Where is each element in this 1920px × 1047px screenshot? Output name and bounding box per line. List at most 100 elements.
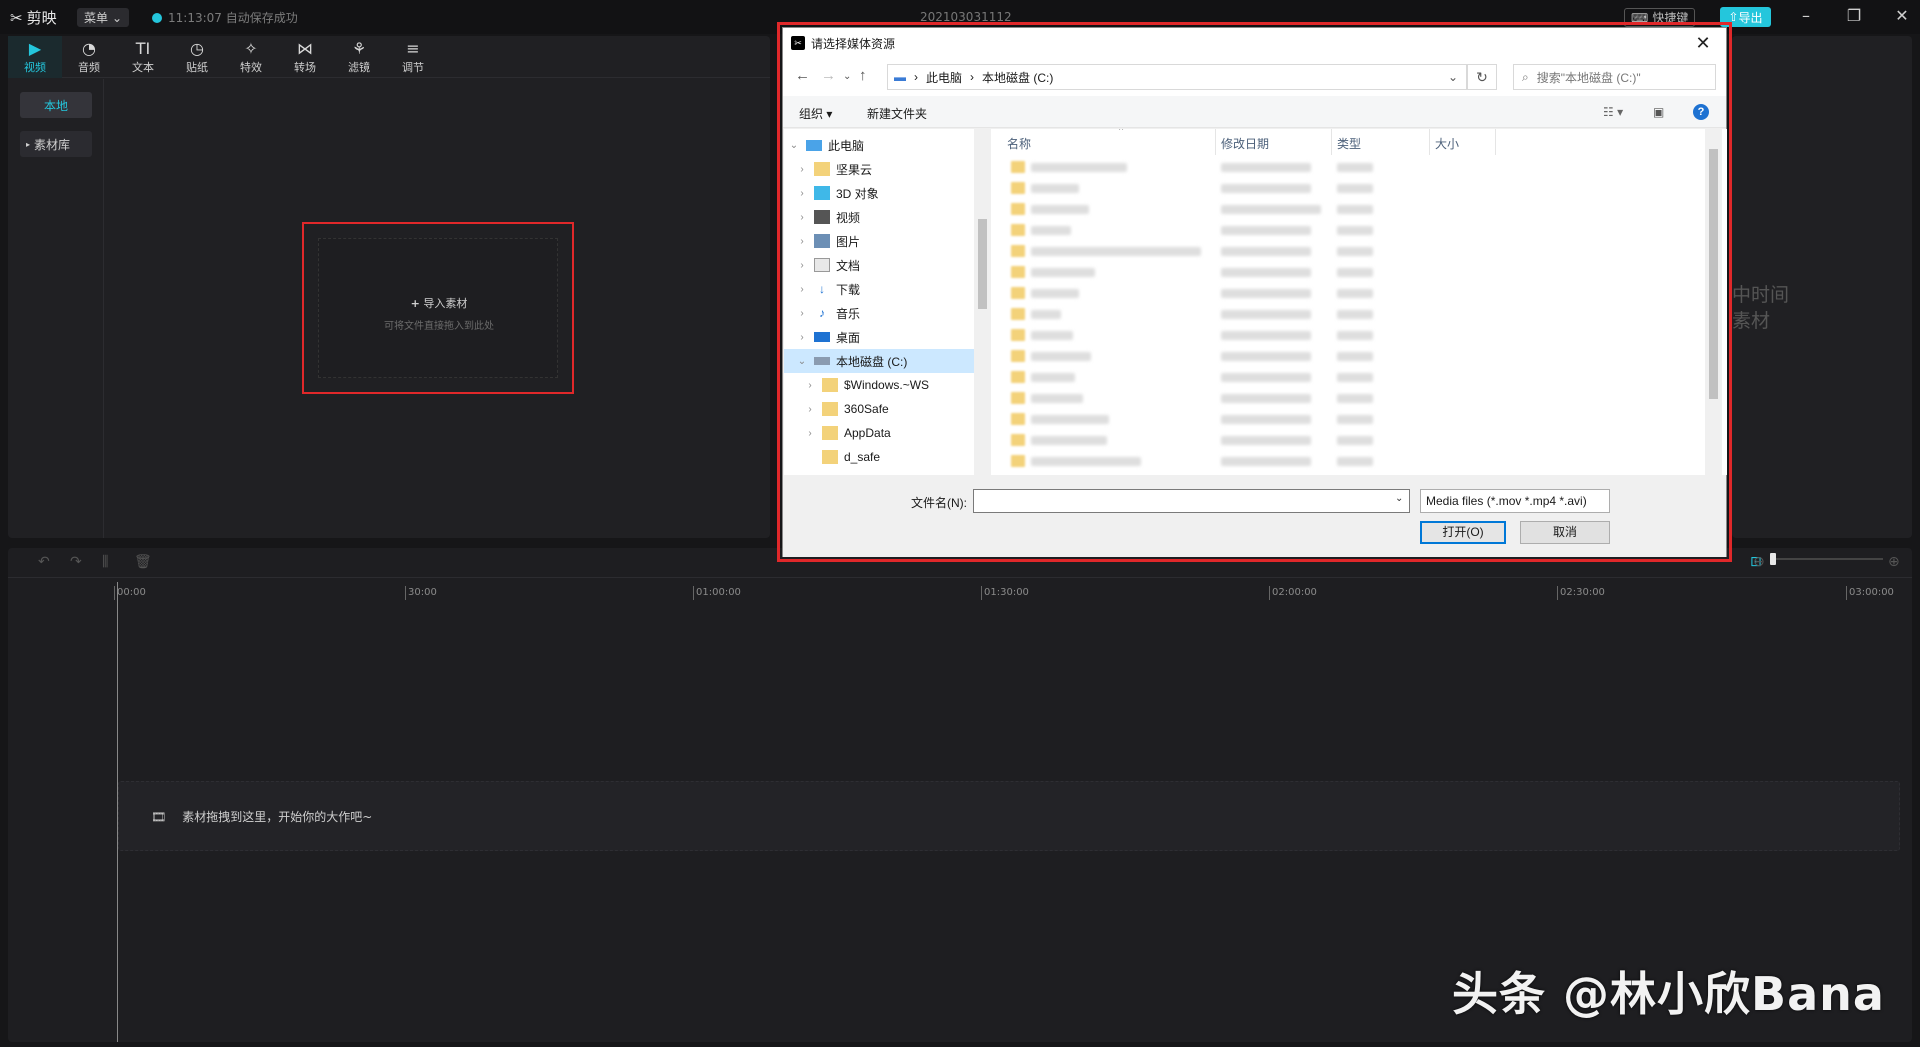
open-button[interactable]: 打开(O) bbox=[1420, 521, 1506, 544]
tree-item-this-pc[interactable]: ⌄ 此电脑 bbox=[784, 133, 974, 157]
tree-item-3d-objects[interactable]: › 3D 对象 bbox=[784, 181, 974, 205]
chevron-right-icon[interactable]: › bbox=[804, 380, 816, 391]
file-row[interactable] bbox=[991, 346, 1711, 367]
main-track-dropzone[interactable]: 🎞 素材拖拽到这里，开始你的大作吧~ bbox=[118, 781, 1900, 851]
minimize-icon[interactable]: – bbox=[1794, 6, 1818, 25]
cancel-button[interactable]: 取消 bbox=[1520, 521, 1610, 544]
column-divider[interactable] bbox=[1429, 129, 1430, 155]
zoom-slider-knob[interactable] bbox=[1770, 553, 1776, 565]
breadcrumb-item[interactable]: 本地磁盘 (C:) bbox=[982, 69, 1053, 86]
tree-scrollbar[interactable] bbox=[974, 129, 991, 475]
restore-icon[interactable]: ❐ bbox=[1842, 6, 1866, 25]
tree-item-d-safe[interactable]: d_safe bbox=[784, 445, 974, 469]
chevron-down-icon[interactable]: ⌄ bbox=[1448, 70, 1458, 84]
file-name-input[interactable] bbox=[973, 489, 1410, 513]
tree-item-jianguoyun[interactable]: › 坚果云 bbox=[784, 157, 974, 181]
forward-icon[interactable]: → bbox=[821, 67, 836, 84]
tree-item-appdata[interactable]: › AppData bbox=[784, 421, 974, 445]
recent-dropdown-icon[interactable]: ⌄ bbox=[843, 71, 851, 82]
file-row[interactable] bbox=[991, 430, 1711, 451]
tool-video[interactable]: ▶ 视频 bbox=[8, 36, 62, 78]
redo-icon[interactable]: ↷ bbox=[70, 554, 82, 570]
tree-item-windows-ws[interactable]: › $Windows.~WS bbox=[784, 373, 974, 397]
tool-transition[interactable]: ⋈ 转场 bbox=[278, 36, 332, 78]
zoom-in-icon[interactable]: ⊕ bbox=[1888, 554, 1900, 570]
column-name[interactable]: 名称 bbox=[1007, 135, 1031, 152]
menu-button[interactable]: 菜单 ⌄ bbox=[77, 8, 129, 27]
file-row[interactable] bbox=[991, 178, 1711, 199]
column-divider[interactable] bbox=[1495, 129, 1496, 155]
tool-text[interactable]: TI 文本 bbox=[116, 36, 170, 78]
file-row[interactable] bbox=[991, 220, 1711, 241]
file-list-scrollbar[interactable] bbox=[1705, 129, 1722, 475]
dialog-close-button[interactable]: ✕ bbox=[1688, 31, 1718, 55]
back-icon[interactable]: ← bbox=[795, 67, 810, 84]
column-type[interactable]: 类型 bbox=[1337, 135, 1361, 152]
tool-sticker[interactable]: ◷ 贴纸 bbox=[170, 36, 224, 78]
chevron-right-icon[interactable]: › bbox=[796, 284, 808, 295]
chevron-right-icon[interactable]: › bbox=[796, 188, 808, 199]
file-row[interactable] bbox=[991, 283, 1711, 304]
address-bar[interactable]: ▬ › 此电脑 › 本地磁盘 (C:) ⌄ bbox=[887, 64, 1467, 90]
chevron-down-icon[interactable]: ⌄ bbox=[796, 356, 808, 367]
file-row[interactable] bbox=[991, 241, 1711, 262]
sidebar-item-library[interactable]: ▸ 素材库 bbox=[20, 131, 92, 157]
file-row[interactable] bbox=[991, 157, 1711, 178]
chevron-right-icon[interactable]: › bbox=[804, 404, 816, 415]
tree-item-pictures[interactable]: › 图片 bbox=[784, 229, 974, 253]
tool-audio[interactable]: ◔ 音频 bbox=[62, 36, 116, 78]
chevron-down-icon[interactable]: ⌄ bbox=[1395, 493, 1403, 504]
tree-item-videos[interactable]: › 视频 bbox=[784, 205, 974, 229]
file-row[interactable] bbox=[991, 367, 1711, 388]
tree-item-local-disk-c[interactable]: ⌄ 本地磁盘 (C:) bbox=[784, 349, 974, 373]
tool-filter[interactable]: ⚘ 滤镜 bbox=[332, 36, 386, 78]
chevron-right-icon[interactable]: › bbox=[796, 332, 808, 343]
tool-effects[interactable]: ✧ 特效 bbox=[224, 36, 278, 78]
up-icon[interactable]: ↑ bbox=[859, 67, 867, 84]
column-divider[interactable] bbox=[1215, 129, 1216, 155]
breadcrumb-item[interactable]: 此电脑 bbox=[926, 69, 962, 86]
undo-icon[interactable]: ↶ bbox=[38, 554, 50, 570]
file-row[interactable] bbox=[991, 409, 1711, 430]
search-input[interactable]: ⌕ 搜索"本地磁盘 (C:)" bbox=[1513, 64, 1716, 90]
close-icon[interactable]: ✕ bbox=[1890, 6, 1914, 25]
chevron-down-icon[interactable]: ⌄ bbox=[788, 140, 800, 151]
file-row[interactable] bbox=[991, 262, 1711, 283]
split-icon[interactable]: ⫼ bbox=[102, 554, 108, 570]
file-row[interactable] bbox=[991, 304, 1711, 325]
tree-item-desktop[interactable]: › 桌面 bbox=[784, 325, 974, 349]
column-size[interactable]: 大小 bbox=[1435, 135, 1459, 152]
chevron-right-icon[interactable]: › bbox=[796, 212, 808, 223]
file-row[interactable] bbox=[991, 388, 1711, 409]
refresh-button[interactable]: ↻ bbox=[1467, 64, 1497, 90]
import-dropzone[interactable]: + 导入素材 可将文件直接拖入到此处 bbox=[318, 238, 558, 378]
chevron-right-icon[interactable]: › bbox=[796, 308, 808, 319]
organize-button[interactable]: 组织 ▾ bbox=[799, 105, 832, 122]
tool-adjust[interactable]: ≡ 调节 bbox=[386, 36, 440, 78]
zoom-slider[interactable] bbox=[1773, 558, 1883, 560]
file-list-scrollbar-thumb[interactable] bbox=[1709, 149, 1718, 399]
view-options-icon[interactable]: ☷ ▾ bbox=[1603, 105, 1623, 119]
sidebar-item-local[interactable]: 本地 bbox=[20, 92, 92, 118]
file-row[interactable] bbox=[991, 325, 1711, 346]
new-folder-button[interactable]: 新建文件夹 bbox=[867, 105, 927, 122]
column-divider[interactable] bbox=[1331, 129, 1332, 155]
file-row[interactable] bbox=[991, 199, 1711, 220]
tree-item-documents[interactable]: › 文档 bbox=[784, 253, 974, 277]
tree-scrollbar-thumb[interactable] bbox=[978, 219, 987, 309]
chevron-right-icon[interactable]: › bbox=[796, 164, 808, 175]
chevron-right-icon[interactable]: › bbox=[804, 428, 816, 439]
help-icon[interactable]: ? bbox=[1693, 104, 1709, 120]
column-modified[interactable]: 修改日期 bbox=[1221, 135, 1269, 152]
file-type-filter[interactable]: Media files (*.mov *.mp4 *.avi) bbox=[1420, 489, 1610, 513]
tree-item-music[interactable]: › ♪ 音乐 bbox=[784, 301, 974, 325]
file-row[interactable] bbox=[991, 451, 1711, 472]
zoom-out-icon[interactable]: ⊖ bbox=[1753, 554, 1765, 570]
preview-pane-icon[interactable]: ▣ bbox=[1653, 105, 1664, 119]
tree-item-downloads[interactable]: › ↓ 下载 bbox=[784, 277, 974, 301]
tree-item-360safe[interactable]: › 360Safe bbox=[784, 397, 974, 421]
timeline-ruler[interactable]: 00:00 30:00 01:00:00 01:30:00 02:00:00 0… bbox=[8, 578, 1912, 604]
chevron-right-icon[interactable]: › bbox=[796, 236, 808, 247]
import-button[interactable]: + 导入素材 bbox=[319, 295, 559, 311]
chevron-right-icon[interactable]: › bbox=[796, 260, 808, 271]
